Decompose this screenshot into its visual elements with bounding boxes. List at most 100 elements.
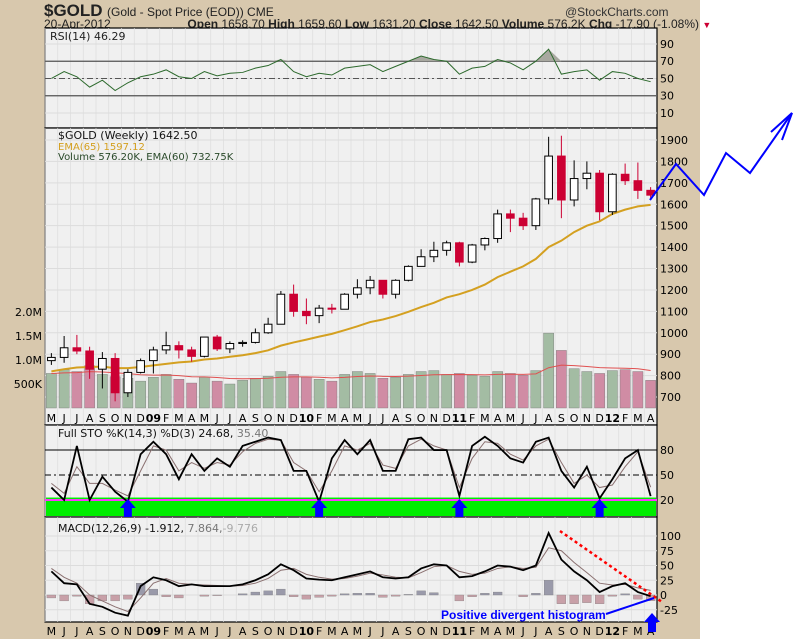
x-axis-label-top: O <box>264 412 273 425</box>
x-axis-label-top: J <box>368 412 372 425</box>
x-axis-label: J <box>368 625 372 638</box>
macd-text: MACD(12,26,9) -1.912, <box>58 522 184 535</box>
candle-body <box>238 341 247 344</box>
sto-tick-label: 20 <box>660 494 674 507</box>
x-axis-label-top: O <box>111 412 120 425</box>
volume-bar <box>632 371 644 409</box>
volume-bar <box>568 368 580 409</box>
x-axis-label: N <box>277 625 285 638</box>
x-axis-label-top: N <box>430 412 438 425</box>
x-axis-label: N <box>583 625 591 638</box>
volume-bar <box>71 371 83 409</box>
candle-body <box>302 310 311 317</box>
x-axis-label: M <box>506 625 516 638</box>
rsi-legend: RSI(14) 46.29 <box>50 30 125 43</box>
macd-histogram-bar <box>595 594 605 605</box>
x-axis-label: J <box>533 625 537 638</box>
x-axis-label-top: A <box>86 412 94 425</box>
volume-bar <box>135 380 146 409</box>
macd-histogram-bar <box>352 593 362 596</box>
candle-body <box>620 173 630 182</box>
candle-body <box>289 293 298 312</box>
volume-bar <box>581 371 593 409</box>
macd-histogram-bar <box>263 590 273 596</box>
candle-body <box>110 357 120 394</box>
candle-body <box>340 293 349 310</box>
x-axis-label: 10 <box>299 625 315 638</box>
x-axis-label-top: A <box>188 412 196 425</box>
macd-histogram-bar <box>365 593 375 596</box>
volume-bar <box>173 379 185 409</box>
volume-tick-label: 500K <box>14 378 43 391</box>
x-axis-label: M <box>174 625 184 638</box>
candle-body <box>404 265 413 281</box>
x-axis-label-top: N <box>277 412 285 425</box>
candle-body <box>518 217 528 227</box>
price-tick-label: 700 <box>660 391 681 404</box>
volume-bar <box>556 350 567 409</box>
volume-bar <box>645 380 656 409</box>
macd-histogram-bar <box>46 594 56 599</box>
price-tick-label: 900 <box>660 348 681 361</box>
volume-bar <box>492 371 503 409</box>
volume-bar <box>505 373 516 409</box>
x-axis-label: M <box>327 625 337 638</box>
candle-body <box>187 349 196 357</box>
candle-body <box>98 357 107 370</box>
macd-histogram-bar <box>340 593 350 596</box>
volume-bar <box>313 379 325 409</box>
volume-bar <box>543 332 554 409</box>
candle-body <box>200 336 209 357</box>
macd-histogram-bar <box>607 594 617 597</box>
candle-body <box>161 345 171 351</box>
x-axis-label: J <box>62 625 66 638</box>
x-axis-label-top: O <box>570 412 579 425</box>
macd-histogram-bar <box>110 594 120 602</box>
candle-body <box>174 345 184 351</box>
volume-bar <box>517 375 529 409</box>
macd-legend: MACD(12,26,9) -1.912, 7.864,-9.776 <box>58 522 258 535</box>
x-axis-label-top: N <box>124 412 132 425</box>
x-axis-label: N <box>430 625 438 638</box>
x-axis-label: O <box>417 625 426 638</box>
volume-bar <box>199 377 210 409</box>
macd-histogram-bar <box>620 593 630 596</box>
volume-bar <box>403 374 414 409</box>
price-legend: $GOLD (Weekly) 1642.50 <box>58 129 198 142</box>
rsi-tick-label: 10 <box>660 107 674 120</box>
x-axis-label: F <box>469 625 475 638</box>
volume-bar <box>390 377 401 409</box>
x-axis-label: O <box>264 625 273 638</box>
price-tick-label: 1400 <box>660 241 688 254</box>
x-axis-label: A <box>188 625 196 638</box>
x-axis-label: S <box>405 625 412 638</box>
volume-bar <box>288 374 299 409</box>
x-axis-label-top: A <box>647 412 655 425</box>
macd-histogram-bar <box>378 594 388 598</box>
macd-histogram-bar <box>199 594 209 597</box>
volume-bar <box>619 369 631 409</box>
price-tick-label: 1000 <box>660 327 688 340</box>
candle-body <box>582 172 592 180</box>
x-axis-label-top: A <box>239 412 247 425</box>
volume-tick-label: 2.0M <box>15 306 42 319</box>
candle-body <box>455 242 464 263</box>
x-axis-label-top: 10 <box>299 412 315 425</box>
price-tick-label: 800 <box>660 370 681 383</box>
x-axis-label: J <box>215 625 219 638</box>
x-axis-label: J <box>74 625 78 638</box>
candle-body <box>569 178 579 201</box>
macd-histogram-bar <box>416 590 426 596</box>
volume-bar <box>364 373 376 409</box>
candle-body <box>493 213 502 240</box>
x-axis-label-top: J <box>521 412 525 425</box>
volume-bar <box>237 379 248 409</box>
candle-body <box>136 360 145 373</box>
x-axis-label-top: D <box>289 412 297 425</box>
candle-body <box>123 371 133 394</box>
macd-histogram-bar <box>391 594 401 597</box>
x-axis-label-top: O <box>417 412 426 425</box>
volume-bar <box>211 380 223 409</box>
price-tick-label: 1900 <box>660 134 688 147</box>
macd-histogram-bar <box>238 593 248 596</box>
